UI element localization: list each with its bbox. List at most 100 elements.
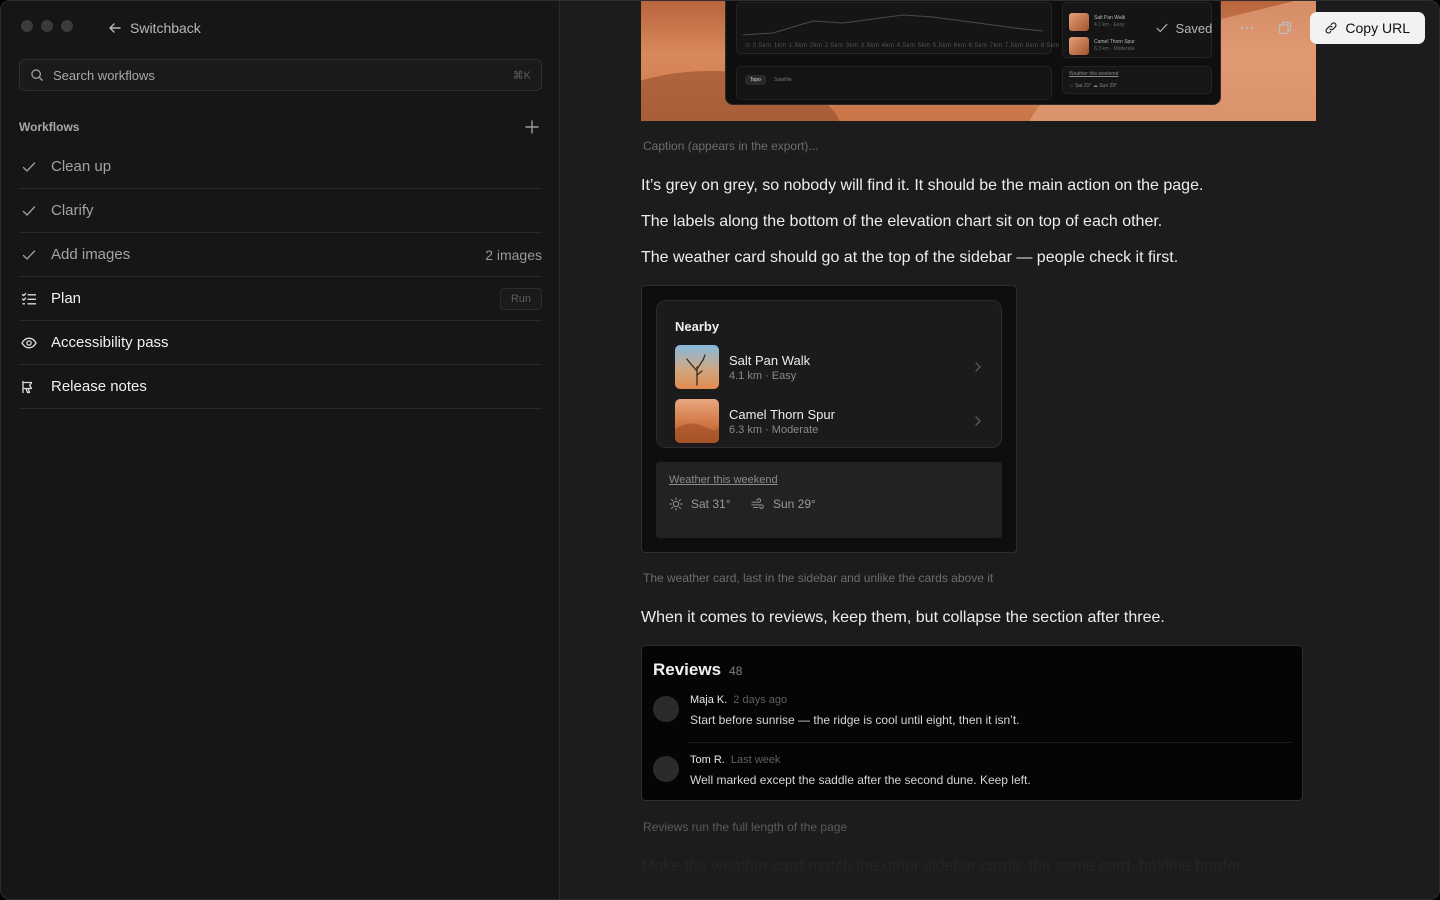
wind-cloud-icon [751,498,764,509]
reviews-count: 48 [729,664,743,678]
workflow-label: Plan [51,290,82,307]
list-check-icon [21,292,37,304]
workflow-item-plan[interactable]: Plan Run [19,277,542,321]
nearby-card: Nearby Salt Pan Walk 4.1 km · Easy Camel… [656,300,1002,448]
reviewer-name: Tom R. [690,754,725,766]
reviews-title: Reviews [653,660,722,679]
avatar [653,756,679,782]
avatar [653,696,679,722]
sun-icon [669,497,683,511]
plus-icon [525,120,539,134]
review-item: Maja K. 2 days ago Start before sunrise —… [653,690,1293,740]
paragraph[interactable]: It’s grey on grey, so nobody will find i… [641,177,1203,195]
trail-details: 6.3 km · Moderate [729,423,819,436]
workflow-label: Clean up [51,158,112,175]
workflow-meta: 2 images [485,246,542,263]
back-link-label: Switchback [130,20,201,36]
check-icon [1156,23,1167,33]
workflow-item-clarify[interactable]: Clarify [19,189,542,233]
trail-name: Camel Thorn Spur [729,406,835,422]
save-status-label: Saved [1175,20,1213,36]
weather-card-image[interactable]: Nearby Salt Pan Walk 4.1 km · Easy Camel… [641,285,1017,553]
more-options-button[interactable] [1234,15,1260,41]
check-icon [22,161,36,172]
check-icon [22,249,36,260]
duplicate-button[interactable] [1272,15,1298,41]
eye-icon [21,337,37,348]
link-icon [1325,22,1337,34]
workflow-list: Clean up Clarify Add images 2 images Pla… [19,145,542,409]
trail-name: Salt Pan Walk [729,352,811,368]
workflow-item-accessibility-pass[interactable]: Accessibility pass [19,321,542,365]
image-caption[interactable]: Reviews run the full length of the page [643,820,847,834]
copy-url-button[interactable]: Copy URL [1310,12,1425,44]
nearby-title: Nearby [675,319,720,334]
paragraph[interactable]: The weather card should go at the top of… [641,249,1178,267]
chevron-right-icon [975,416,981,426]
minimize-window-button[interactable] [41,20,53,32]
weather-link: Weather this weekend [669,474,778,486]
run-plan-button[interactable]: Run [499,287,542,310]
search-shortcut: ⌘K [512,69,531,82]
workflow-item-add-images[interactable]: Add images 2 images [19,233,542,277]
image-caption[interactable]: The weather card, last in the sidebar an… [643,571,993,585]
review-text: Well marked except the saddle after the … [690,773,1031,787]
trail-thumbnail [675,345,719,389]
document-area: ⊙ 0.5km 1km 1.5km 2km 2.5km 3km 3.5km 4k… [561,1,1439,899]
copy-url-label: Copy URL [1345,20,1410,36]
elevation-line [743,14,1043,36]
workflow-item-release-notes[interactable]: Release notes [19,365,542,409]
sidebar: Switchback ⌘K Workflows Clean up [1,1,560,899]
review-item: Tom R. Last week Well marked except the s… [653,750,1293,800]
save-status: Saved [1155,20,1213,36]
image-caption-input[interactable]: Caption (appears in the export)... [643,139,818,153]
trail-item: Salt Pan Walk 4.1 km · Easy [675,345,985,389]
workflows-heading: Workflows [19,120,80,134]
ellipsis-icon [1241,26,1254,30]
chevron-right-icon [975,362,981,372]
paragraph[interactable]: Make the weather card match the other si… [641,858,1241,876]
window-controls [21,20,73,32]
reviewer-name: Maja K. [690,694,728,706]
dune-icon [675,423,719,443]
trail-details: 4.1 km · Easy [729,369,797,382]
review-text: Start before sunrise — the ridge is cool… [690,713,1020,727]
workflow-label: Release notes [51,378,147,395]
map-toggle-topo: Topo [745,75,766,85]
app-window: Switchback ⌘K Workflows Clean up [0,0,1440,900]
weather-day-label: Sun 29° [773,497,816,511]
elevation-axis-labels: ⊙ 0.5km 1km 1.5km 2km 2.5km 3km 3.5km 4k… [745,43,1115,49]
add-workflow-button[interactable] [522,117,542,137]
map-toggle-satellite: Satellite [774,77,792,83]
review-time: Last week [730,754,781,766]
weather-day-label: Sat 31° [691,497,731,511]
weather-card: Weather this weekend Sat 31° Sun 29° [656,462,1002,538]
workflow-item-clean-up[interactable]: Clean up [19,145,542,189]
tree-icon [686,354,706,386]
megaphone-icon [22,380,33,393]
paragraph[interactable]: When it comes to reviews, keep them, but… [641,609,1165,627]
workflow-label: Add images [51,246,131,263]
paragraph[interactable]: The labels along the bottom of the eleva… [641,213,1162,231]
review-divider [689,742,1292,743]
search-icon [31,69,43,81]
search-box[interactable]: ⌘K [19,59,542,91]
workflow-label: Clarify [51,202,94,219]
trail-thumbnail [675,399,719,443]
search-input[interactable] [53,67,513,83]
mini-weather-card: Weather this weekend ☼ Sat 31° ☁ Sun 29° [1062,66,1212,94]
workflows-header: Workflows [19,117,542,137]
check-icon [22,205,36,216]
zoom-window-button[interactable] [61,20,73,32]
workflow-label: Accessibility pass [51,334,169,351]
review-time: 2 days ago [733,694,788,706]
copy-window-icon [1279,21,1292,35]
weather-day: Sat 31° [669,497,731,511]
document-toolbar: Saved Copy URL [1155,12,1425,44]
back-link[interactable]: Switchback [107,18,201,38]
reviews-image[interactable]: Reviews 48 Maja K. 2 days ago Start befor… [641,645,1303,801]
weather-day: Sun 29° [751,497,816,511]
close-window-button[interactable] [21,20,33,32]
trail-item: Camel Thorn Spur 6.3 km · Moderate [675,399,985,443]
arrow-left-icon [109,23,121,33]
